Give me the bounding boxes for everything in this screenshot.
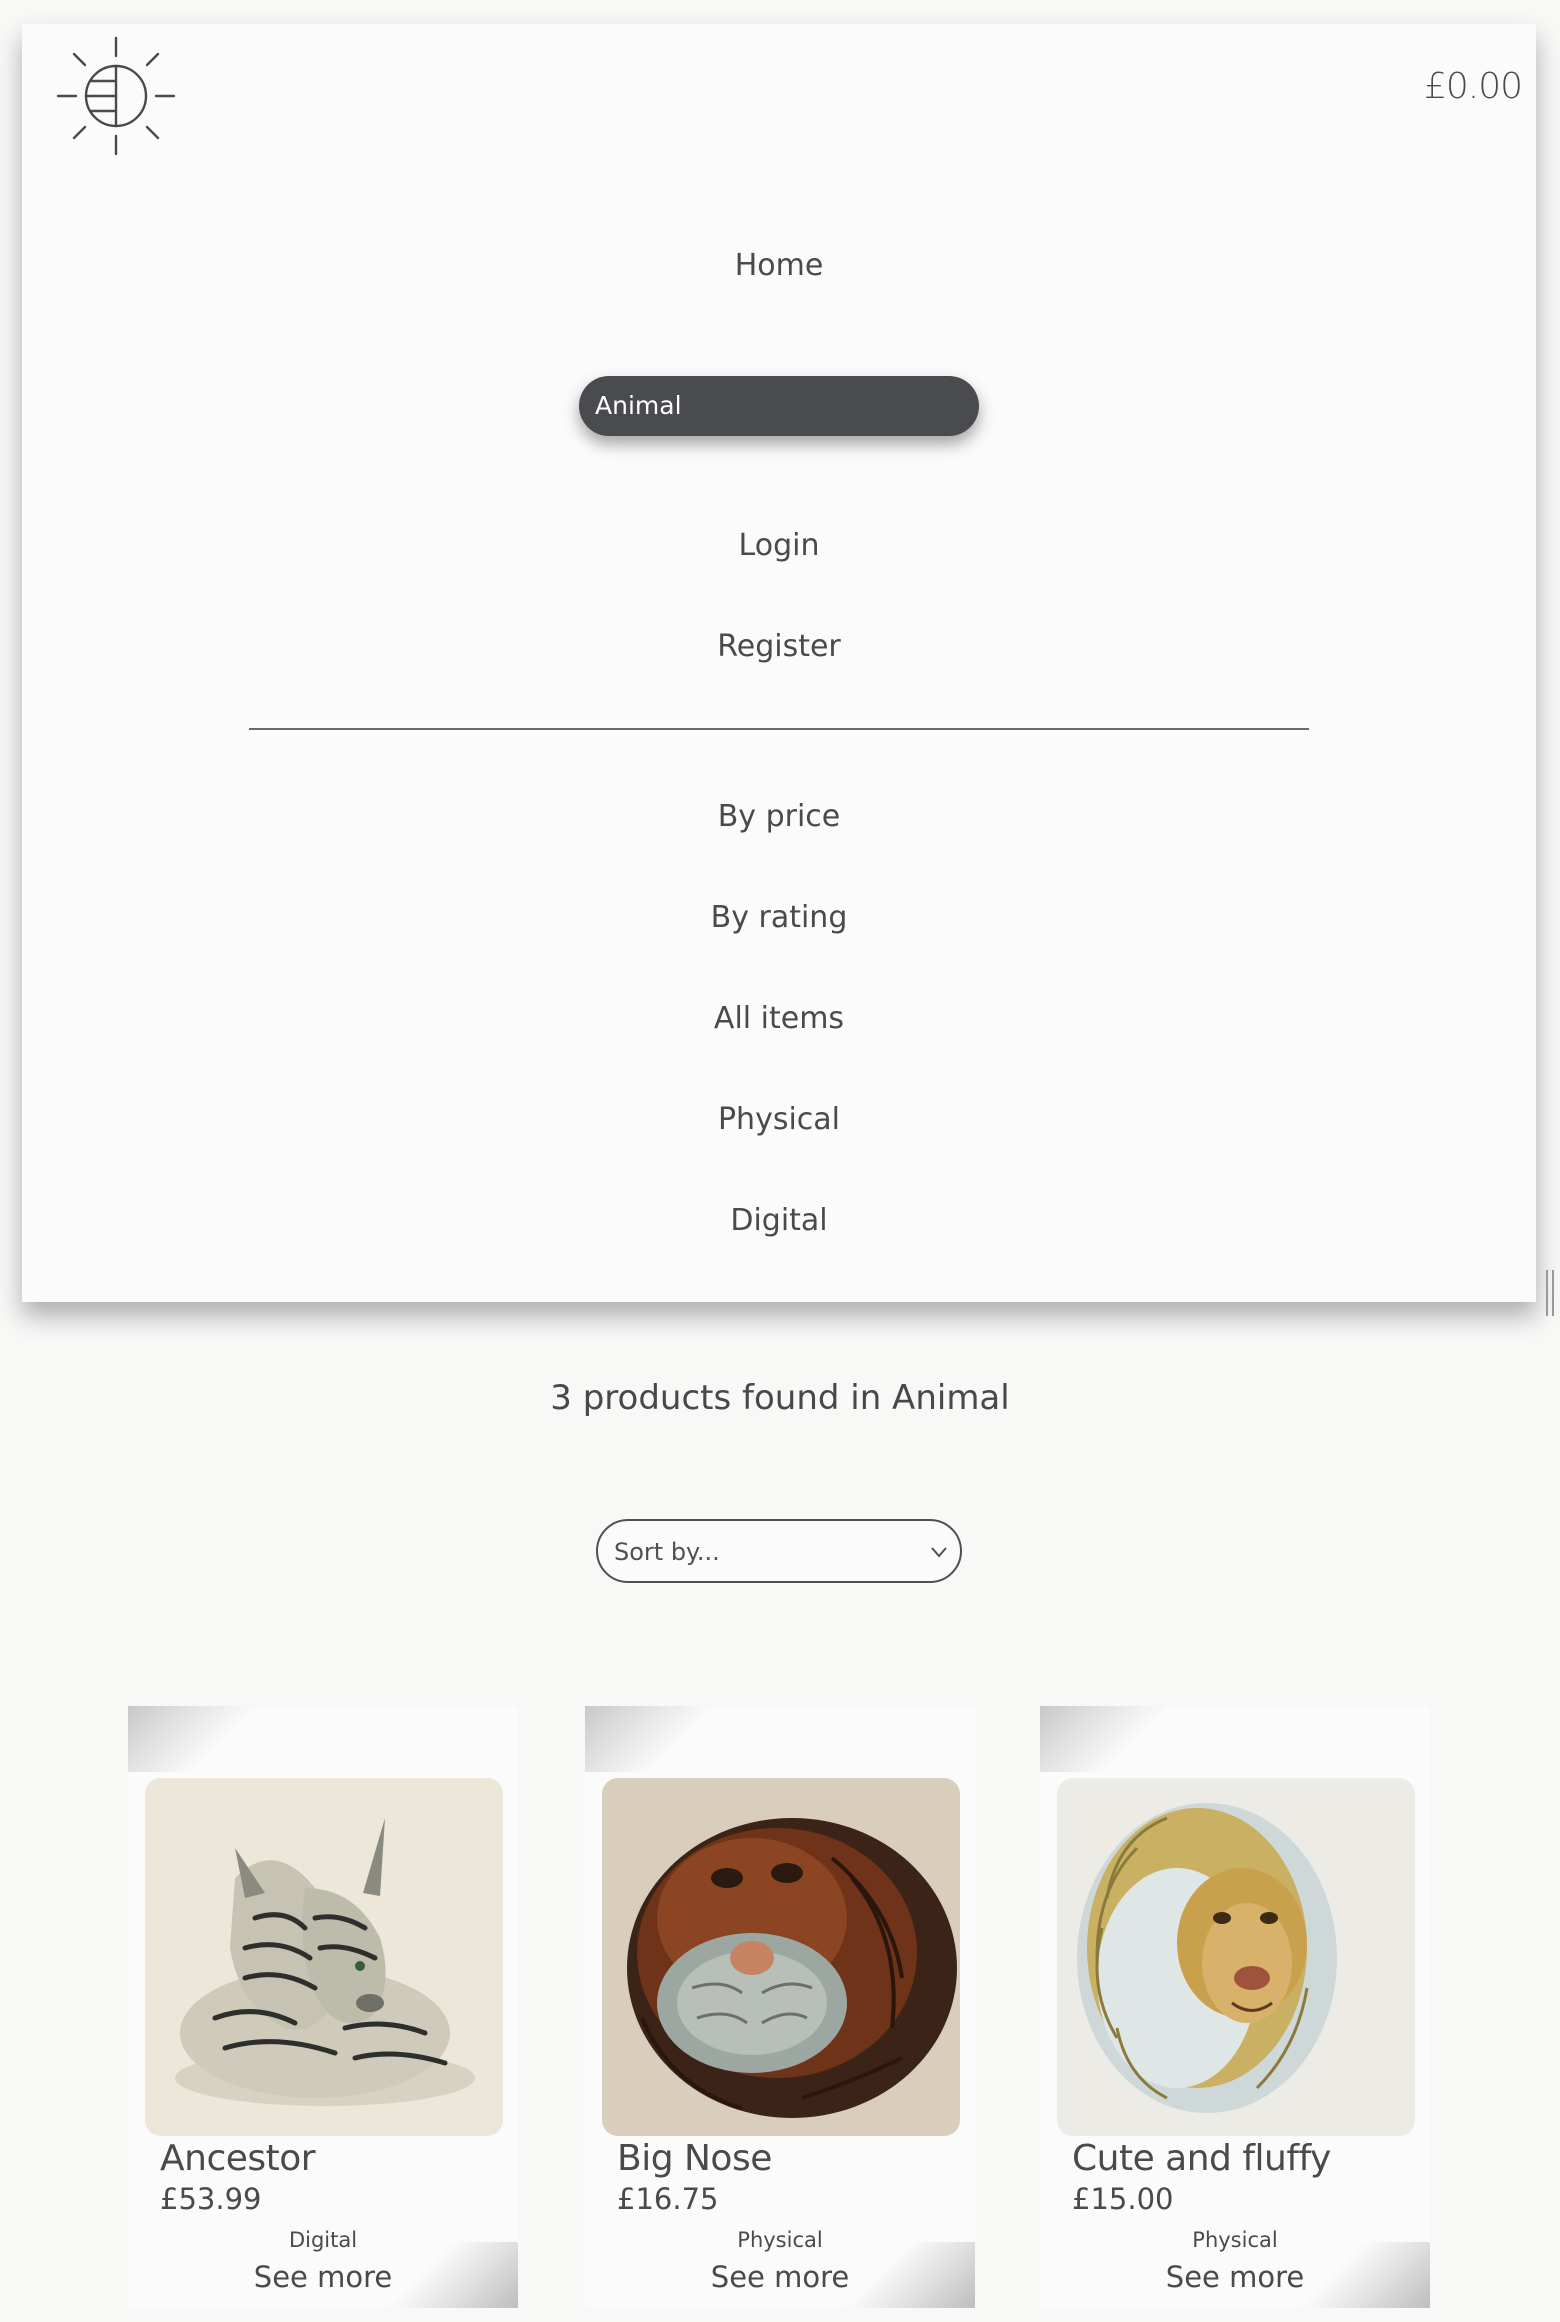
menu-divider (249, 728, 1309, 730)
navigation-panel: £0.00 Home Animal Login Register By pric… (22, 24, 1536, 1302)
product-name[interactable]: Big Nose (617, 2138, 772, 2179)
nav-category-animal[interactable]: Animal (579, 376, 979, 436)
sort-dropdown[interactable]: Sort by... (596, 1519, 962, 1583)
product-type: Digital (288, 2228, 358, 2252)
product-image[interactable] (145, 1778, 503, 2136)
sort-placeholder: Sort by... (614, 1538, 720, 1566)
product-card: Ancestor £53.99 Digital See more (128, 1706, 518, 2308)
product-name[interactable]: Cute and fluffy (1072, 2138, 1331, 2179)
nav-home[interactable]: Home (22, 248, 1536, 283)
nav-login[interactable]: Login (22, 528, 1536, 563)
resize-handle[interactable] (1546, 1270, 1556, 1316)
filter-by-rating[interactable]: By rating (22, 900, 1536, 935)
filter-all-items[interactable]: All items (22, 1001, 1536, 1036)
see-more-link[interactable]: See more (1040, 2260, 1430, 2294)
sun-globe-icon[interactable] (54, 34, 178, 158)
chevron-down-icon (931, 1547, 947, 1558)
filter-physical[interactable]: Physical (22, 1102, 1536, 1137)
see-more-link[interactable]: See more (128, 2260, 518, 2294)
basket-total[interactable]: £0.00 (1424, 66, 1523, 107)
product-name[interactable]: Ancestor (160, 2138, 316, 2179)
filter-by-price[interactable]: By price (22, 799, 1536, 834)
product-card: Big Nose £16.75 Physical See more (585, 1706, 975, 2308)
product-type: Physical (737, 2228, 823, 2252)
results-summary: 3 products found in Animal (550, 1378, 1010, 1418)
product-price: £53.99 (160, 2182, 262, 2216)
product-type: Physical (1192, 2228, 1278, 2252)
product-image[interactable] (1057, 1778, 1415, 2136)
see-more-link[interactable]: See more (585, 2260, 975, 2294)
product-card: Cute and fluffy £15.00 Physical See more (1040, 1706, 1430, 2308)
product-price: £15.00 (1072, 2182, 1174, 2216)
filter-digital[interactable]: Digital (22, 1203, 1536, 1238)
product-price: £16.75 (617, 2182, 719, 2216)
product-image[interactable] (602, 1778, 960, 2136)
nav-register[interactable]: Register (22, 629, 1536, 664)
